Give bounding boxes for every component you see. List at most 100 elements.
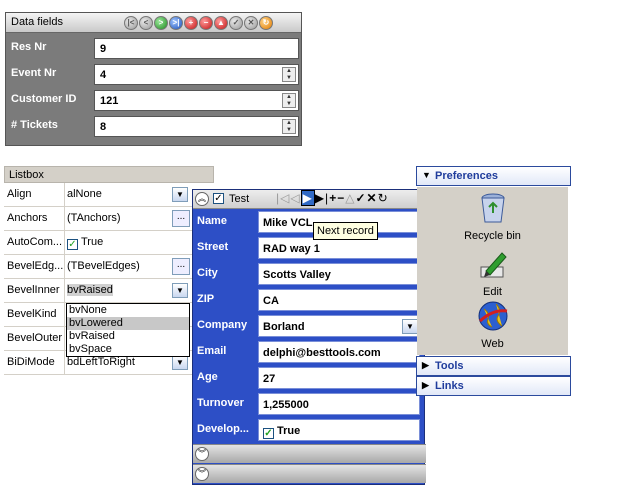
field-row: # Tickets 8 ▲ ▼ — [6, 114, 301, 140]
prior-icon[interactable]: ◁ — [290, 191, 300, 205]
zip-input[interactable]: CA — [258, 289, 420, 311]
next-icon[interactable]: ▶ — [300, 190, 315, 206]
cancel-record-icon[interactable]: ✕ — [244, 16, 258, 30]
record-form: ︽ ✓ Test |◁◁ ▶ ▶|+−△✓✕↻ Name Mike VCL Stre… — [192, 189, 426, 485]
form-label: Name — [197, 215, 227, 227]
cancel-icon[interactable]: ✕ — [367, 191, 378, 205]
form-row: Age 27 — [193, 365, 426, 391]
ellipsis-button[interactable]: ... — [172, 210, 190, 227]
event-nr-input[interactable]: 4 ▲ ▼ — [94, 64, 299, 85]
tickets-input[interactable]: 8 ▲ ▼ — [94, 116, 299, 137]
edit-icon[interactable]: △ — [345, 191, 355, 205]
expand-triangle-icon: ▶ — [422, 360, 429, 370]
record-navigator: |◁◁ ▶ ▶|+−△✓✕↻ — [276, 190, 389, 206]
last-icon[interactable]: ▶| — [315, 191, 329, 205]
outlook-panel: ▼ Preferences Recycle bin Edit Web ▶ Too… — [416, 166, 571, 396]
property-value: alNone — [67, 188, 102, 200]
refresh-icon[interactable]: ↻ — [259, 16, 273, 30]
property-value[interactable]: bvRaised — [67, 284, 113, 296]
property-value: (TAnchors) — [67, 212, 121, 224]
dropdown-arrow-icon[interactable]: ▼ — [172, 187, 188, 202]
group-header-tools[interactable]: ▶ Tools — [416, 356, 571, 376]
collapsed-section-bar[interactable]: ︾ — [193, 444, 426, 463]
form-checkbox[interactable]: ✓ — [213, 193, 224, 204]
customer-id-input[interactable]: 121 ▲ ▼ — [94, 90, 299, 111]
field-label: Customer ID — [11, 93, 77, 105]
spin-button-icon[interactable]: ▲ ▼ — [282, 67, 296, 82]
turnover-input[interactable]: 1,255000 — [258, 393, 420, 415]
group-header-preferences[interactable]: ▼ Preferences — [416, 166, 571, 186]
field-row: Customer ID 121 ▲ ▼ — [6, 88, 301, 114]
expand-icon[interactable]: ︾ — [195, 447, 209, 461]
web-item[interactable]: Web — [417, 299, 568, 350]
prior-record-icon[interactable]: < — [139, 16, 153, 30]
first-record-icon[interactable]: |< — [124, 16, 138, 30]
next-record-icon[interactable]: > — [154, 16, 168, 30]
property-value: (TBevelEdges) — [67, 260, 140, 272]
last-record-icon[interactable]: >| — [169, 16, 183, 30]
property-name: Align — [4, 183, 65, 207]
inspector-row[interactable]: BevelEdg... (TBevelEdges) ... — [4, 255, 214, 279]
form-row: Name Mike VCL — [193, 209, 426, 235]
property-name: BevelInner — [4, 279, 65, 303]
field-row: Event Nr 4 ▲ ▼ — [6, 62, 301, 88]
inspector-row[interactable]: Anchors (TAnchors) ... — [4, 207, 214, 231]
dropdown-option[interactable]: bvLowered — [67, 317, 189, 330]
data-fields-title: Data fields — [11, 16, 63, 28]
dropdown-option[interactable]: bvRaised — [67, 330, 189, 343]
ellipsis-button[interactable]: ... — [172, 258, 190, 275]
first-icon[interactable]: |◁ — [276, 191, 290, 205]
property-name: BevelOuter — [4, 327, 65, 351]
group-header-links[interactable]: ▶ Links — [416, 376, 571, 396]
street-input[interactable]: RAD way 1 — [258, 237, 420, 259]
collapse-triangle-icon: ▼ — [422, 170, 431, 180]
insert-icon[interactable]: + — [329, 191, 337, 205]
checkbox[interactable]: ✓ — [67, 239, 78, 250]
collapsed-section-bar[interactable]: ︾ — [193, 464, 426, 483]
dropdown-option[interactable]: bvNone — [67, 304, 189, 317]
spin-button-icon[interactable]: ▲ ▼ — [282, 93, 296, 108]
form-label: Email — [197, 345, 227, 357]
field-row: Res Nr 9 — [6, 36, 301, 62]
company-select[interactable]: Borland ▼ — [258, 315, 420, 337]
post-icon[interactable]: ✓ — [355, 191, 366, 205]
email-input[interactable]: delphi@besttools.com — [258, 341, 420, 363]
item-label: Edit — [483, 286, 502, 298]
res-nr-input[interactable]: 9 — [94, 38, 299, 59]
form-label: Street — [197, 241, 229, 253]
city-input[interactable]: Scotts Valley — [258, 263, 420, 285]
recycle-bin-item[interactable]: Recycle bin — [417, 191, 568, 242]
checkbox[interactable]: ✓ — [263, 428, 274, 439]
item-label: Web — [481, 338, 504, 350]
property-name: BiDiMode — [4, 351, 65, 375]
form-label: Turnover — [197, 397, 244, 409]
inspector-row[interactable]: BevelInner bvRaised ▼ — [4, 279, 214, 303]
field-label: Res Nr — [11, 41, 47, 53]
post-record-icon[interactable]: ✓ — [229, 16, 243, 30]
edit-record-icon[interactable]: ▲ — [214, 16, 228, 30]
collapse-icon[interactable]: ︽ — [195, 192, 209, 206]
form-row: City Scotts Valley — [193, 261, 426, 287]
property-name: Anchors — [4, 207, 65, 231]
expand-icon[interactable]: ︾ — [195, 467, 209, 481]
property-name: BevelKind — [4, 303, 65, 327]
form-label: City — [197, 267, 218, 279]
dropdown-option[interactable]: bvSpace — [67, 343, 189, 356]
age-input[interactable]: 27 — [258, 367, 420, 389]
inspector-row[interactable]: Align alNone ▼ — [4, 183, 214, 207]
dropdown-arrow-icon[interactable]: ▼ — [172, 355, 188, 370]
preferences-items: Recycle bin Edit Web — [417, 187, 568, 355]
edit-icon — [480, 252, 507, 278]
property-name: BevelEdg... — [4, 255, 65, 279]
spin-button-icon[interactable]: ▲ ▼ — [282, 119, 296, 134]
developer-checkbox-field[interactable]: ✓ True — [258, 419, 420, 441]
data-fields-header: Data fields |< < > >| + − ▲ ✓ ✕ ↻ — [6, 13, 301, 33]
dropdown-arrow-icon[interactable]: ▼ — [172, 283, 188, 298]
refresh-icon[interactable]: ↻ — [378, 191, 389, 205]
inspector-row[interactable]: AutoCom... ✓ True — [4, 231, 214, 255]
insert-record-icon[interactable]: + — [184, 16, 198, 30]
edit-item[interactable]: Edit — [417, 247, 568, 298]
bevel-dropdown-list: bvNone bvLowered bvRaised bvSpace — [66, 303, 190, 357]
field-label: # Tickets — [11, 119, 58, 131]
delete-record-icon[interactable]: − — [199, 16, 213, 30]
